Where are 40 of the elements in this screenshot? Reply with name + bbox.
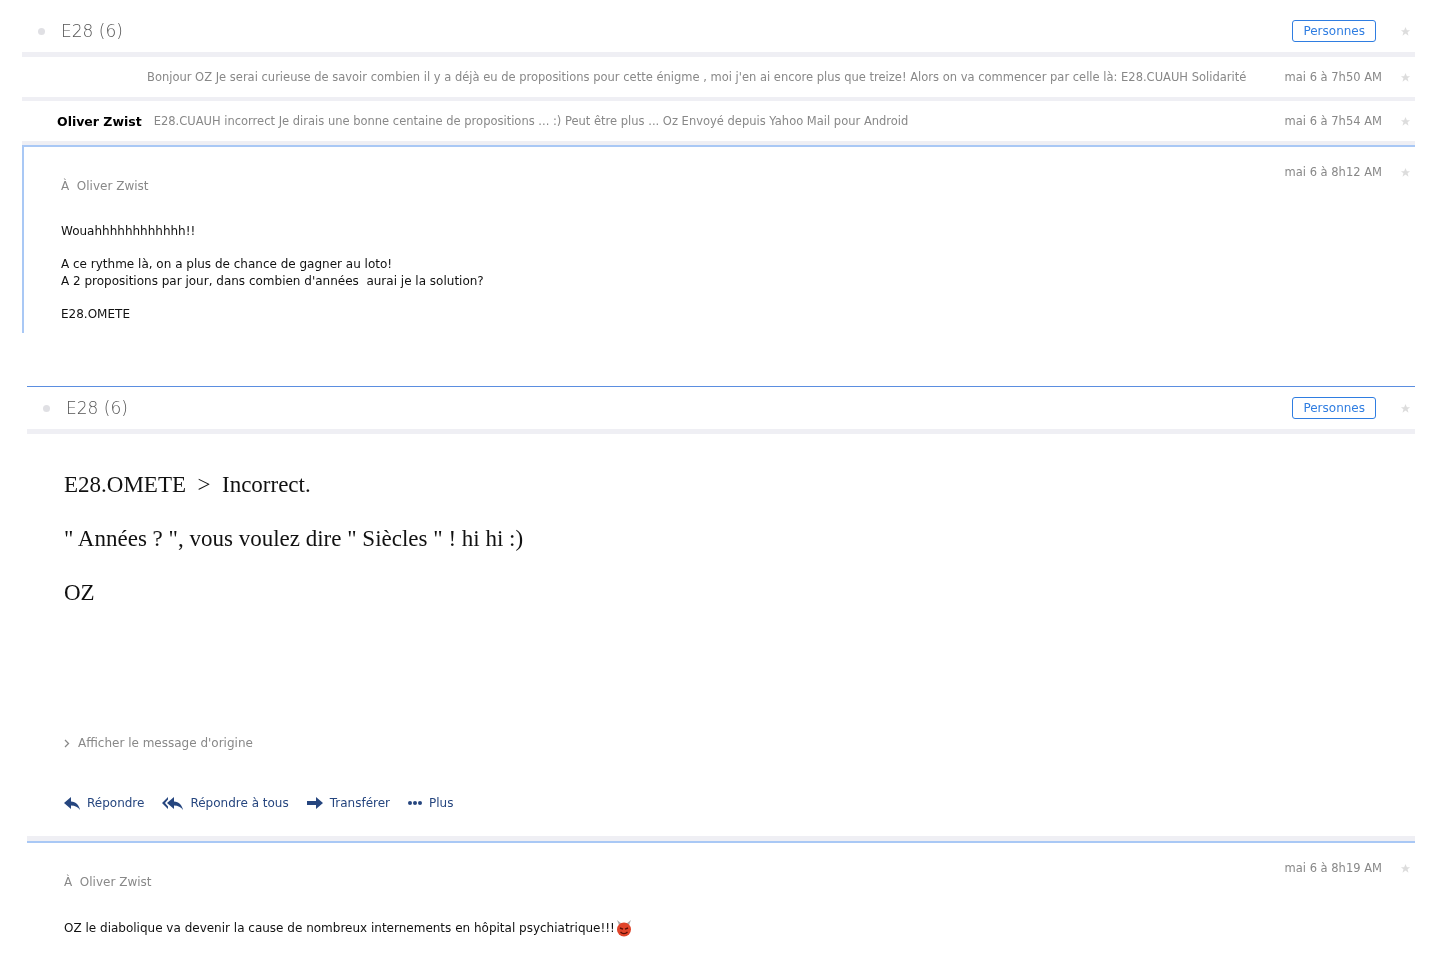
star-icon[interactable]: [1400, 166, 1411, 178]
sender-name: Oliver Zwist: [57, 113, 142, 129]
show-original-link[interactable]: Afficher le message d'origine: [64, 736, 253, 750]
message-time: mai 6 à 7h54 AM: [1284, 114, 1382, 128]
message-time: mai 6 à 7h50 AM: [1284, 70, 1382, 84]
message-snippet: Bonjour OZ Je serai curieuse de savoir combien il y a déjà eu de propositions pour cette énigme , moi j'en ai encore plus que treize! Alors on va commencer par celle là: E28.CUAUH Solidarité: [147, 70, 1248, 84]
recipient-line: À Oliver Zwist: [64, 875, 153, 889]
message-action-button[interactable]: Répondre à tous: [162, 796, 289, 810]
star-icon[interactable]: [1400, 115, 1411, 127]
message-text: A ce rythme là, on a plus de chance de gagner au loto!: [61, 256, 393, 273]
more-icon: [408, 801, 423, 805]
message-row[interactable]: Oliver Zwist E28.CUAUH incorrect Je dirais une bonne centaine de propositions ... :) Peut être plus ... Oz Envoyé depuis Yahoo Mail pour Android mai 6 à 7h54 AM: [22, 101, 1415, 145]
thread-title: E28 (6): [61, 21, 124, 41]
message-text: E28.OMETE: [61, 306, 130, 323]
chevron-right-icon: [64, 738, 70, 748]
star-icon[interactable]: [1400, 862, 1411, 874]
reply-all-icon: [162, 796, 184, 810]
message-text: E28.OMETE > Incorrect.: [64, 471, 311, 499]
people-button[interactable]: Personnes: [1292, 397, 1376, 419]
message-action-button[interactable]: Transférer: [306, 796, 391, 810]
reply-icon: [64, 796, 80, 810]
recipient-line: À Oliver Zwist: [61, 179, 150, 193]
thread-title: E28 (6): [66, 398, 129, 418]
status-dot: [38, 27, 45, 35]
people-button[interactable]: Personnes: [1292, 20, 1376, 42]
message-action-button[interactable]: Plus: [408, 796, 454, 810]
status-dot: [43, 404, 50, 412]
arrow-right-icon: [306, 797, 323, 809]
message-time: mai 6 à 8h19 AM: [1284, 861, 1382, 875]
message-text: A 2 propositions par jour, dans combien d'années aurai je la solution?: [61, 273, 484, 290]
star-icon[interactable]: [1400, 25, 1411, 37]
message-snippet: E28.CUAUH incorrect Je dirais une bonne centaine de propositions ... :) Peut être plus ... Oz Envoyé depuis Yahoo Mail pour Android: [153, 114, 910, 128]
message-text: OZ: [64, 579, 95, 607]
message-action-button[interactable]: Répondre: [64, 796, 145, 810]
message-text: " Années ? ", vous voulez dire " Siècles " ! hi hi :): [64, 525, 524, 553]
message-text: Wouahhhhhhhhhhhh!!: [61, 223, 196, 240]
message-text: OZ le diabolique va devenir la cause de nombreux internements en hôpital psychiatrique!!!: [64, 920, 615, 937]
message-time: mai 6 à 8h12 AM: [1284, 165, 1382, 179]
star-icon[interactable]: [1400, 71, 1411, 83]
star-icon[interactable]: [1400, 402, 1411, 414]
